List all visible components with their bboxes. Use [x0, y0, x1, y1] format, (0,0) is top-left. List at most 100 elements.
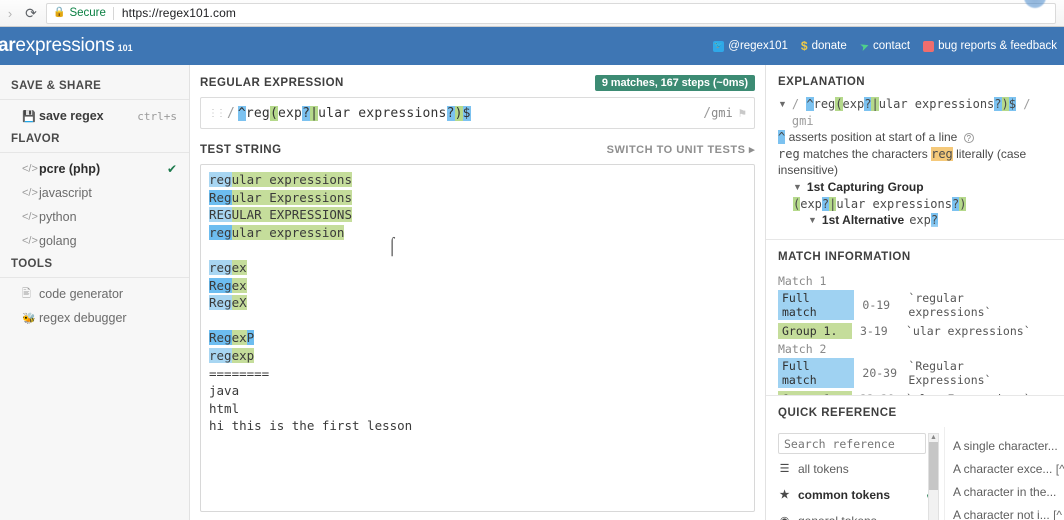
- test-string-segment: eX: [231, 295, 247, 311]
- quick-reference-item-common-tokens-label: common tokens: [798, 487, 891, 502]
- test-string-segment: Reg: [209, 330, 232, 346]
- reload-icon[interactable]: ⟳: [18, 6, 44, 20]
- match-label: Match 2: [778, 342, 827, 356]
- sidebar-item-flavor-python[interactable]: </> python: [0, 205, 189, 229]
- match-information-title: MATCH INFORMATION: [778, 251, 911, 263]
- explanation-pattern-row[interactable]: ▼ / ^reg(exp?|ular expressions?)$ / gmi: [778, 96, 1054, 129]
- quick-reference-description[interactable]: A single character...: [953, 435, 1064, 458]
- test-string-segment: ex: [231, 277, 247, 293]
- sidebar-item-regex-debugger[interactable]: 🐝 regex debugger: [0, 306, 189, 330]
- test-string-editor[interactable]: regular expressions Regular Expressions RE…: [200, 164, 755, 512]
- test-string-segment: reg: [209, 224, 232, 240]
- test-string-section-header: TEST STRING SWITCH TO UNIT TESTS ▸: [200, 141, 755, 158]
- flag-icon[interactable]: ⚑: [739, 106, 746, 120]
- sidebar-item-flavor-javascript-label: javascript: [39, 186, 92, 200]
- test-string-line: ========: [209, 365, 746, 383]
- regex-pattern[interactable]: ^reg(exp?|ular expressions?)$: [237, 105, 700, 121]
- explanation-title: EXPLANATION: [778, 76, 866, 88]
- brand-part2: expressions: [15, 35, 115, 56]
- explanation-literal-mid: matches the characters: [803, 146, 928, 161]
- header-link-bug-reports[interactable]: bug reports & feedback: [923, 40, 1057, 52]
- drag-handle-icon[interactable]: ⋮⋮: [208, 108, 226, 119]
- switch-to-unit-tests-link[interactable]: SWITCH TO UNIT TESTS ▸: [607, 143, 755, 156]
- match-value: `Regular Expressions`: [908, 359, 992, 387]
- sidebar-item-flavor-pcre[interactable]: </> pcre (php) ✔: [0, 157, 189, 181]
- lock-icon: 🔒: [53, 7, 66, 18]
- regex-token: |: [871, 97, 879, 111]
- address-bar[interactable]: 🔒 Secure https://regex101.com: [46, 2, 1056, 24]
- regex-input[interactable]: ⋮⋮ / ^reg(exp?|ular expressions?)$ / gmi…: [200, 97, 755, 129]
- quick-reference-description[interactable]: A character exce... [^: [953, 458, 1064, 481]
- match-label: Match 1: [778, 274, 827, 288]
- help-icon[interactable]: ?: [963, 133, 974, 143]
- test-string-segment: REG: [209, 207, 232, 223]
- explanation-fade-overlay: [766, 223, 1064, 239]
- brand-superscript: 101: [117, 43, 133, 53]
- quick-reference-item-all-tokens[interactable]: ☰ all tokens: [778, 457, 936, 480]
- regex-section-title: REGULAR EXPRESSION: [200, 76, 344, 89]
- test-string-line: [209, 312, 746, 330]
- code-icon: </>: [22, 163, 38, 175]
- match-tag: Group 1.: [778, 391, 852, 395]
- match-row: Group 1. 3-19 `ular expressions`: [778, 323, 1052, 339]
- text-cursor-icon: ⌠: [387, 236, 398, 255]
- test-string-segment: reg: [209, 172, 232, 187]
- match-information-body: Match 1 Full match 0-19 `regular expression…: [766, 271, 1064, 395]
- test-string-line: html: [209, 400, 746, 418]
- sidebar-item-save-regex[interactable]: 💾 save regex ctrl+s: [0, 104, 189, 128]
- header-link-contact-label: contact: [873, 40, 911, 52]
- regex-section-header: REGULAR EXPRESSION 9 matches, 167 steps …: [200, 74, 755, 91]
- explanation-section: EXPLANATION ▼ / ^reg(exp?|ular expressio…: [766, 65, 1064, 240]
- explanation-body[interactable]: ▼ / ^reg(exp?|ular expressions?)$ / gmi …: [766, 96, 1064, 239]
- quick-reference-description[interactable]: A character in the...: [953, 481, 1064, 504]
- regex-flags[interactable]: gmi: [711, 106, 733, 120]
- header-link-donate[interactable]: $ donate: [801, 39, 847, 53]
- header-link-donate-label: donate: [811, 40, 847, 52]
- test-string-segment: hi this is the first lesson: [209, 418, 413, 434]
- test-string-line: RegexP: [209, 329, 746, 347]
- sidebar-item-code-generator-label: code generator: [39, 287, 124, 301]
- test-string-segment: reg: [209, 259, 232, 275]
- search-reference-input[interactable]: [778, 433, 926, 454]
- quick-reference-section: QUICK REFERENCE ☰ all tokens ★ common to…: [766, 396, 1064, 520]
- match-value: `ular Expressions`: [906, 392, 1031, 395]
- header-link-twitter-label: @regex101: [728, 40, 788, 52]
- match-count-badge: 9 matches, 167 steps (~0ms): [594, 74, 755, 91]
- header-link-twitter[interactable]: @regex101: [713, 40, 788, 52]
- test-string-line: REGULAR EXPRESSIONS: [209, 206, 746, 224]
- header-link-bug-reports-label: bug reports & feedback: [938, 40, 1057, 52]
- qr-desc-token: [^: [1053, 508, 1063, 520]
- quick-reference-description[interactable]: A character not i... [^: [953, 504, 1064, 520]
- qr-desc-text: A character not i...: [953, 508, 1050, 520]
- url-text: https://regex101.com: [121, 6, 236, 20]
- sidebar-heading-save-share: SAVE & SHARE: [0, 75, 189, 100]
- explanation-group-row[interactable]: ▼ 1st Capturing Group: [793, 179, 1054, 196]
- test-string-line: regexp: [209, 347, 746, 365]
- test-string-line: [209, 241, 746, 259]
- test-string-line: regular expression: [209, 224, 746, 242]
- sidebar-heading-flavor: FLAVOR: [0, 128, 189, 153]
- quick-reference-item-common-tokens[interactable]: ★ common tokens ✔: [778, 483, 936, 506]
- regex-token: (: [269, 105, 278, 121]
- header-link-contact[interactable]: ➤ contact: [858, 39, 911, 53]
- scrollbar-thumb[interactable]: [929, 442, 938, 490]
- match-range: 0-19: [862, 298, 891, 312]
- quick-reference-scrollbar[interactable]: ▲: [928, 433, 939, 520]
- brand-logo[interactable]: ar expressions 101: [0, 35, 133, 57]
- sidebar-item-flavor-golang[interactable]: </> golang: [0, 229, 189, 253]
- quick-reference-item-general-tokens[interactable]: ◉ general tokens: [778, 509, 936, 520]
- forward-arrow-icon[interactable]: ›: [2, 6, 18, 21]
- test-string-segment: ular Expressions: [231, 189, 352, 205]
- caret-down-icon[interactable]: ▼: [793, 179, 802, 196]
- caret-down-icon[interactable]: ▼: [778, 96, 787, 129]
- test-string-line: Regex: [209, 277, 746, 295]
- match-range: 3-19: [860, 324, 888, 338]
- explanation-literal-token: reg: [931, 146, 953, 161]
- sidebar-item-code-generator[interactable]: 🖹 code generator: [0, 282, 189, 306]
- sidebar-item-flavor-javascript[interactable]: </> javascript: [0, 181, 189, 205]
- omnibox-divider: [112, 6, 114, 20]
- qr-desc-token: [^: [1055, 462, 1064, 476]
- scroll-up-arrow-icon[interactable]: ▲: [930, 434, 937, 441]
- explanation-pattern: / ^reg(exp?|ular expressions?)$ / gmi: [791, 97, 1031, 128]
- bug-icon: [923, 40, 935, 52]
